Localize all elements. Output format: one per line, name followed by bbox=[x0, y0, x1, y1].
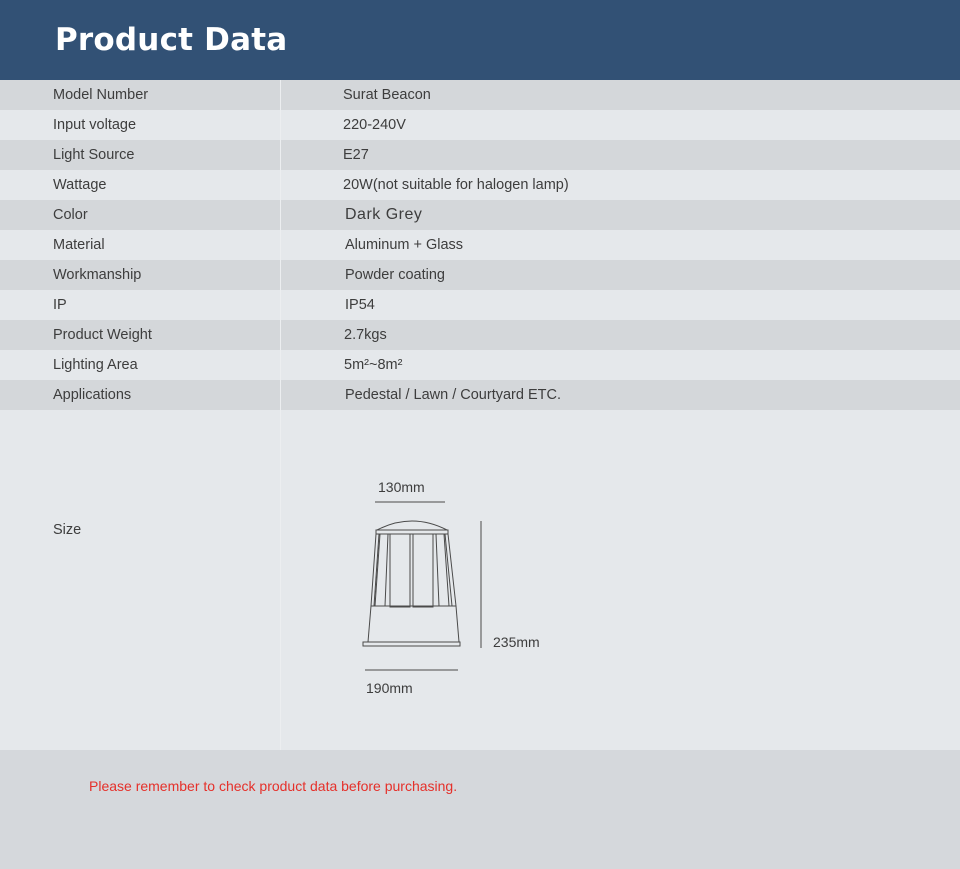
column-divider bbox=[280, 410, 281, 750]
base-width-label: 190mm bbox=[366, 680, 413, 696]
column-divider bbox=[280, 140, 281, 170]
spec-value: Pedestal / Lawn / Courtyard ETC. bbox=[345, 387, 561, 403]
spec-row-wattage: Wattage 20W(not suitable for halogen lam… bbox=[0, 170, 960, 200]
lamp-cap-rim bbox=[375, 529, 449, 535]
spec-value: Surat Beacon bbox=[343, 87, 431, 103]
page-title: Product Data bbox=[55, 22, 288, 58]
lamp-base bbox=[367, 605, 460, 643]
spec-row-applications: Applications Pedestal / Lawn / Courtyard… bbox=[0, 380, 960, 410]
spec-value: 20W(not suitable for halogen lamp) bbox=[343, 177, 569, 193]
spec-row-ip: IP IP54 bbox=[0, 290, 960, 320]
spec-row-product-weight: Product Weight 2.7kgs bbox=[0, 320, 960, 350]
column-divider bbox=[280, 350, 281, 380]
spec-label: Material bbox=[53, 237, 105, 253]
lamp-glass-panel bbox=[412, 533, 434, 608]
spec-label: Color bbox=[53, 207, 88, 223]
spec-value: IP54 bbox=[345, 297, 375, 313]
spec-label: Lighting Area bbox=[53, 357, 138, 373]
spec-row-light-source: Light Source E27 bbox=[0, 140, 960, 170]
lamp-dimension-drawing bbox=[362, 501, 482, 671]
spec-row-lighting-area: Lighting Area 5m²~8m² bbox=[0, 350, 960, 380]
size-label: Size bbox=[53, 522, 82, 538]
spec-label: IP bbox=[53, 297, 67, 313]
spec-label: Workmanship bbox=[53, 267, 142, 283]
footer: Please remember to check product data be… bbox=[0, 750, 960, 869]
top-width-label: 130mm bbox=[378, 479, 425, 495]
column-divider bbox=[280, 380, 281, 410]
spec-label: Input voltage bbox=[53, 117, 137, 133]
spec-row-model-number: Model Number Surat Beacon bbox=[0, 80, 960, 110]
purchase-reminder-note: Please remember to check product data be… bbox=[89, 778, 458, 794]
column-divider bbox=[280, 80, 281, 110]
spec-value: Aluminum + Glass bbox=[345, 237, 464, 253]
height-label: 235mm bbox=[493, 634, 540, 650]
spec-row-input-voltage: Input voltage 220-240V bbox=[0, 110, 960, 140]
spec-row-color: Color Dark Grey bbox=[0, 200, 960, 230]
spec-label: Light Source bbox=[53, 147, 135, 163]
spec-value: 5m²~8m² bbox=[344, 357, 403, 373]
spec-value: 220-240V bbox=[343, 117, 406, 133]
column-divider bbox=[280, 200, 281, 230]
spec-value: 2.7kgs bbox=[344, 327, 387, 343]
spec-row-material: Material Aluminum + Glass bbox=[0, 230, 960, 260]
column-divider bbox=[280, 230, 281, 260]
spec-label: Wattage bbox=[53, 177, 107, 193]
lamp-glass-panel bbox=[435, 533, 450, 607]
spec-value: Powder coating bbox=[345, 267, 445, 283]
column-divider bbox=[280, 320, 281, 350]
lamp-glass-panel bbox=[389, 533, 411, 608]
column-divider bbox=[280, 170, 281, 200]
header-banner: Product Data bbox=[0, 0, 960, 80]
lamp-cap bbox=[376, 520, 448, 531]
column-divider bbox=[280, 110, 281, 140]
spec-row-workmanship: Workmanship Powder coating bbox=[0, 260, 960, 290]
column-divider bbox=[280, 290, 281, 320]
lamp-base-plate bbox=[362, 641, 461, 647]
spec-value: Dark Grey bbox=[345, 206, 423, 223]
spec-label: Model Number bbox=[53, 87, 149, 103]
spec-label: Product Weight bbox=[53, 327, 152, 343]
spec-label: Applications bbox=[53, 387, 132, 403]
spec-table: Model Number Surat Beacon Input voltage … bbox=[0, 80, 960, 410]
spec-value: E27 bbox=[343, 147, 369, 163]
column-divider bbox=[280, 260, 281, 290]
